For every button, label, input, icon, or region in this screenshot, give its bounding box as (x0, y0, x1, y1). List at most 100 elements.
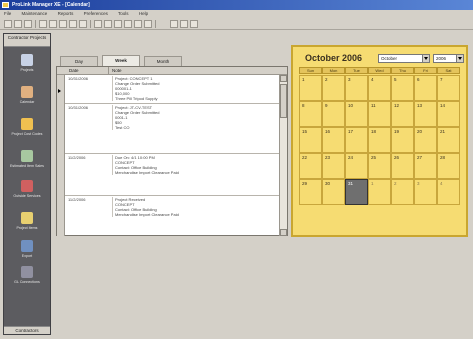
help-icon[interactable] (190, 20, 198, 28)
chevron-down-icon[interactable] (456, 55, 463, 62)
sidebar-item-label: Calendar (19, 100, 35, 104)
preview-icon[interactable] (180, 20, 188, 28)
sidebar-item-gl-connections[interactable]: GL Connections (4, 266, 50, 294)
calendar-day[interactable]: 22 (299, 153, 322, 179)
calendar-day[interactable]: 4 (368, 75, 391, 101)
calendar-day[interactable]: 31 (345, 179, 368, 205)
calendar-day[interactable]: 23 (322, 153, 345, 179)
menu-maintenance[interactable]: Maintenance (22, 11, 48, 16)
tab-day[interactable]: Day (60, 56, 98, 66)
calendar-day[interactable]: 18 (368, 127, 391, 153)
chevron-down-icon[interactable] (422, 55, 429, 62)
first-record-icon[interactable] (94, 20, 102, 28)
calendar-day[interactable]: 25 (368, 153, 391, 179)
calendar-day[interactable]: 29 (299, 179, 322, 205)
calendar-day[interactable]: 13 (414, 101, 437, 127)
find-icon[interactable] (79, 20, 87, 28)
next-record-icon[interactable] (114, 20, 122, 28)
delete-icon[interactable] (69, 20, 77, 28)
refresh-icon[interactable] (134, 20, 142, 28)
menu-help[interactable]: Help (139, 11, 148, 16)
calendar-day[interactable]: 16 (322, 127, 345, 153)
sidebar-item-calendar[interactable]: Calendar (4, 86, 50, 114)
calendar-day[interactable]: 17 (345, 127, 368, 153)
sidebar-item-label: Project Items (16, 226, 38, 230)
calendar-day[interactable]: 1 (299, 75, 322, 101)
scroll-down-icon[interactable] (280, 229, 287, 236)
calendar-day[interactable]: 19 (391, 127, 414, 153)
calendar-day[interactable]: 24 (345, 153, 368, 179)
month-select[interactable]: October (378, 54, 430, 63)
table-row[interactable]: 11/2/2006 Project Received CONCEPT Conta… (65, 196, 279, 236)
calendar-day[interactable]: 4 (437, 179, 460, 205)
scroll-thumb[interactable] (280, 84, 287, 118)
sidebar-item-outside-services[interactable]: Outside Services (4, 180, 50, 208)
scroll-up-icon[interactable] (280, 75, 287, 82)
prev-record-icon[interactable] (104, 20, 112, 28)
table-row[interactable]: 10/31/2006 Project: JT-CV-TEST Change Or… (65, 104, 279, 154)
calendar-day[interactable]: 3 (414, 179, 437, 205)
calendar-day[interactable]: 15 (299, 127, 322, 153)
table-row[interactable]: 10/31/2006 Project: CONCEPT 1 Change Ord… (65, 75, 279, 104)
calendar-day[interactable]: 26 (391, 153, 414, 179)
copy-icon[interactable] (49, 20, 57, 28)
calendar-day[interactable]: 27 (414, 153, 437, 179)
sidebar-item-cost-codes[interactable]: Project Cost Codes (4, 118, 50, 146)
filter-icon[interactable] (144, 20, 152, 28)
menu-preferences[interactable]: Preferences (84, 11, 108, 16)
calendar-day[interactable]: 2 (322, 75, 345, 101)
services-icon (21, 180, 33, 192)
calendar-day[interactable]: 9 (322, 101, 345, 127)
menu-tools[interactable]: Tools (118, 11, 129, 16)
tab-week[interactable]: Week (102, 55, 140, 66)
calendar-day[interactable]: 10 (345, 101, 368, 127)
menu-reports[interactable]: Reports (58, 11, 74, 16)
calendar-day[interactable]: 14 (437, 101, 460, 127)
calendar-day[interactable]: 5 (391, 75, 414, 101)
column-header-note[interactable]: Note (110, 67, 122, 75)
save-icon[interactable] (24, 20, 32, 28)
toolbar-separator (90, 20, 91, 28)
calendar-day[interactable]: 3 (345, 75, 368, 101)
calendar-day[interactable]: 6 (414, 75, 437, 101)
cut-icon[interactable] (39, 20, 47, 28)
sidebar-item-export[interactable]: Export (4, 240, 50, 268)
calendar-day[interactable]: 30 (322, 179, 345, 205)
sidebar-item-label: GL Connections (14, 280, 40, 284)
calendar-day[interactable]: 21 (437, 127, 460, 153)
sidebar-item-projects[interactable]: Projects (4, 54, 50, 82)
table-scrollbar[interactable] (279, 75, 287, 236)
calendar-day[interactable]: 20 (414, 127, 437, 153)
calendar-icon (21, 86, 33, 98)
paste-icon[interactable] (59, 20, 67, 28)
calendar-day[interactable]: 2 (391, 179, 414, 205)
tab-month[interactable]: Month (144, 56, 182, 66)
calendar-day[interactable]: 7 (437, 75, 460, 101)
sidebar-header[interactable]: Contractor Projects (4, 34, 50, 47)
sidebar-item-estimated-sales[interactable]: Estimated Item Sales (4, 150, 50, 178)
calendar-day[interactable]: 12 (391, 101, 414, 127)
view-tabs: Day Week Month (56, 55, 286, 66)
note-line: Three Pill Tripod Supply (115, 96, 158, 101)
last-record-icon[interactable] (124, 20, 132, 28)
menu-file[interactable]: File (4, 11, 11, 16)
export-icon (21, 240, 33, 252)
sidebar-footer[interactable]: Contractors (4, 326, 50, 334)
column-header-date[interactable]: Date (67, 67, 109, 75)
calendar-day[interactable]: 8 (299, 101, 322, 127)
calendar-day[interactable]: 1 (368, 179, 391, 205)
row-note: Project: JT-CV-TEST Change Order Submitt… (112, 105, 278, 130)
print-icon[interactable] (170, 20, 178, 28)
sidebar-item-project-items[interactable]: Project Items (4, 212, 50, 240)
table-row[interactable]: 11/2/2006 Due On: 4/1 10:00 PM CONCEPT C… (65, 154, 279, 196)
year-select[interactable]: 2006 (433, 54, 464, 63)
calendar-title: October 2006 (305, 53, 363, 63)
sidebar-item-label: Project Cost Codes (11, 132, 43, 136)
sidebar-item-label: Export (21, 254, 33, 258)
weekday-header: Mon (322, 67, 345, 74)
calendar-day[interactable]: 28 (437, 153, 460, 179)
row-selector-column (57, 75, 65, 236)
new-icon[interactable] (4, 20, 12, 28)
open-icon[interactable] (14, 20, 22, 28)
calendar-day[interactable]: 11 (368, 101, 391, 127)
